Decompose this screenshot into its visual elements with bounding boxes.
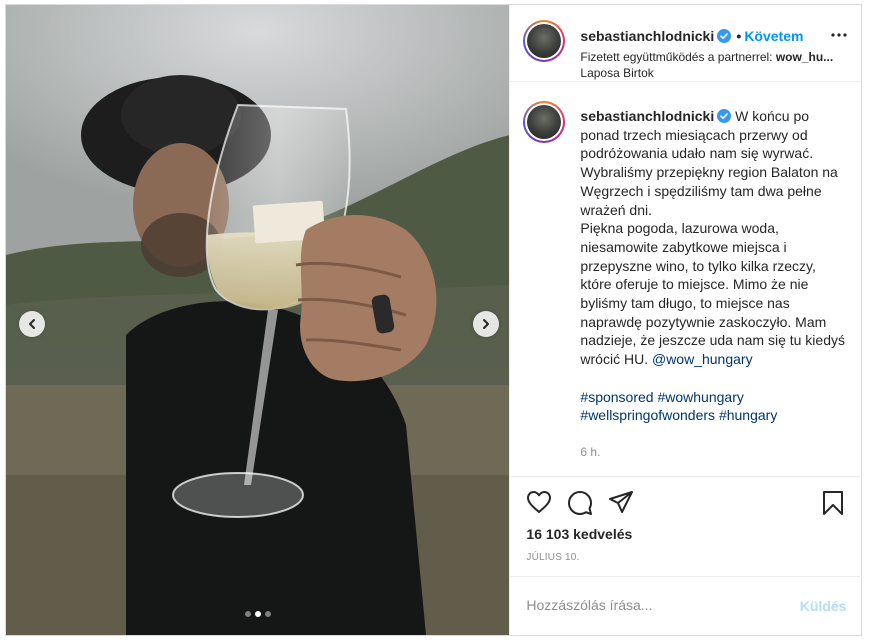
carousel-prev-button[interactable] — [19, 311, 45, 337]
chevron-right-icon — [483, 319, 489, 329]
hashtag-link[interactable]: #wellspringofwonders — [580, 407, 715, 423]
following-button[interactable]: Követem — [744, 28, 803, 44]
carousel-indicator — [6, 611, 509, 617]
post-sidebar: sebastianchlodnicki • Követem Fizetett eg… — [509, 5, 863, 635]
caption-text: sebastianchlodnicki W końcu po ponad trz… — [580, 107, 850, 425]
bookmark-icon[interactable] — [822, 490, 844, 516]
follow-status: • Követem — [736, 28, 803, 44]
caption-avatar[interactable] — [523, 101, 566, 143]
caption-paragraph-1: W końcu po ponad trzech miesiącach przer… — [580, 108, 838, 218]
hashtag-link[interactable]: #sponsored — [580, 389, 653, 405]
more-options-icon[interactable] — [831, 33, 847, 37]
partner-link[interactable]: wow_hu... — [776, 50, 833, 64]
verified-badge-icon — [717, 109, 732, 123]
carousel-dot — [264, 611, 271, 617]
action-bar: 16 103 kedvelés JÚLIUS 10. — [510, 476, 863, 576]
carousel-dot-active — [254, 611, 261, 617]
comment-icon[interactable] — [567, 490, 593, 516]
photo-illustration — [6, 5, 510, 635]
post-photo[interactable] — [6, 5, 510, 635]
post-date: JÚLIUS 10. — [526, 552, 580, 563]
carousel-dot — [244, 611, 251, 617]
verified-badge-icon — [717, 29, 732, 43]
share-icon[interactable] — [608, 490, 634, 514]
heart-icon[interactable] — [526, 490, 552, 514]
partner-prefix: Fizetett együttműködés a partnerrel: — [580, 50, 773, 64]
caption-section: sebastianchlodnicki W końcu po ponad trz… — [510, 83, 862, 476]
hashtag-link[interactable]: #wowhungary — [657, 389, 743, 405]
chevron-left-icon — [29, 319, 35, 329]
hashtag-link[interactable]: #hungary — [719, 407, 777, 423]
comment-box: Küldés — [510, 576, 863, 635]
paid-partnership-line: Fizetett együttműködés a partnerrel: wow… — [580, 50, 848, 64]
caption-timestamp[interactable]: 6 h. — [580, 445, 600, 459]
post-dialog: sebastianchlodnicki • Követem Fizetett eg… — [5, 4, 863, 636]
separator-dot: • — [736, 28, 742, 44]
username-text[interactable]: sebastianchlodnicki — [580, 28, 714, 44]
header-username[interactable]: sebastianchlodnicki — [580, 28, 732, 44]
comment-input[interactable] — [526, 597, 777, 613]
avatar[interactable] — [523, 20, 566, 62]
carousel-next-button[interactable] — [473, 311, 499, 337]
post-header: sebastianchlodnicki • Követem Fizetett eg… — [510, 5, 861, 82]
location-link[interactable]: Laposa Birtok — [580, 66, 653, 80]
likes-count[interactable]: 16 103 kedvelés — [526, 526, 632, 542]
mention-link[interactable]: @wow_hungary — [652, 351, 753, 367]
flag-emoji: HU. — [623, 351, 649, 368]
caption-paragraph-2: Piękna pogoda, lazurowa woda, niesamowit… — [580, 220, 845, 368]
post-comment-button[interactable]: Küldés — [800, 598, 847, 614]
caption-username[interactable]: sebastianchlodnicki — [580, 108, 714, 124]
